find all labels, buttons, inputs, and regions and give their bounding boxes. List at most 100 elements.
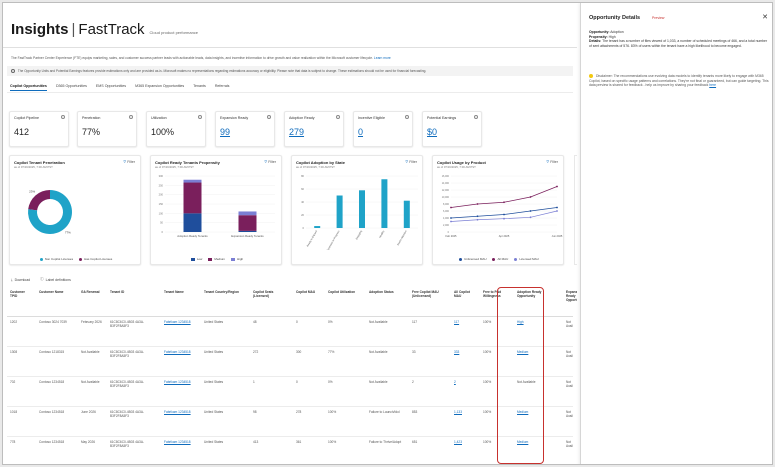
brand-separator: | — [71, 21, 76, 38]
panel-disclaimer: Disclaimer: The recommendations use evol… — [589, 74, 769, 88]
kpi-label: Potential Earnings — [427, 116, 457, 120]
bar-segment — [183, 179, 202, 183]
column-header[interactable]: GA Renewal — [78, 286, 107, 317]
data-point — [556, 210, 558, 212]
table-row[interactable]: 778 Contoso 1234518 May 2026 61C8C6C0-4B03 … — [7, 436, 573, 464]
table-cell[interactable]: High — [514, 316, 563, 347]
description-text: The FastTrack Partner Center Experience … — [11, 56, 373, 60]
table-cell: 361 — [293, 436, 325, 464]
column-header[interactable]: Copilot MAU — [293, 286, 325, 317]
table-cell[interactable]: Fabrikam 1234518 — [161, 406, 201, 437]
kpi-label: Penetration — [82, 116, 101, 120]
table-row[interactable]: 702 Contoso 1234518 Not Available 61C8C6C0-… — [7, 376, 573, 407]
kpi-value[interactable]: 99 — [220, 127, 230, 137]
tab-d365-opportunities[interactable]: D365 Opportunities — [56, 84, 87, 91]
column-header[interactable]: Tenant Country/Region — [201, 286, 250, 317]
bar-segment — [238, 230, 257, 232]
preview-badge: Preview — [652, 16, 665, 20]
table-cell: 61C8C6C0-4B03 4A3A-B3F2F8A5F3 — [107, 316, 161, 347]
legend-item: Medium — [208, 257, 225, 261]
table-cell[interactable]: Fabrikam 1234518 — [161, 346, 201, 377]
filter-button[interactable]: ⛛Filter — [405, 160, 417, 164]
bar — [336, 195, 343, 228]
filter-label: Filter — [268, 160, 276, 164]
column-header[interactable]: Copilot Seats (Licensed) — [250, 286, 293, 317]
opportunity-value: Adoption — [610, 30, 624, 34]
filter-button[interactable]: ⛛Filter — [264, 160, 276, 164]
bar — [403, 200, 410, 228]
table-cell: United States — [201, 436, 250, 464]
column-header[interactable]: Customer TPID — [7, 286, 36, 317]
disclaimer-banner-text: The Opportunity Units and Potential Earn… — [17, 69, 427, 73]
table-cell[interactable]: 1,133 — [451, 406, 480, 437]
column-header[interactable]: Copilot Utilization — [325, 286, 366, 317]
column-header[interactable]: Adoption Status — [366, 286, 409, 317]
table-cell: 413 — [250, 436, 293, 464]
kpi-value[interactable]: 0 — [358, 127, 363, 137]
column-header[interactable]: Free to Paid Willingness — [480, 286, 514, 317]
x-tick-label: Engaging — [355, 229, 363, 240]
chart-card: Copilot Adoption by State as of 07/16/202… — [291, 155, 423, 265]
table-cell: Not Available — [514, 376, 563, 407]
table-cell[interactable]: Fabrikam 1234518 — [161, 436, 201, 464]
label-definitions-button[interactable]: ⓘ Label definitions — [40, 277, 71, 282]
table-cell: 272 — [250, 346, 293, 377]
chart-card: Copilot Usage by Product as of 07/16/2025… — [432, 155, 564, 265]
y-tick-label: 20 — [301, 213, 304, 217]
column-header[interactable]: Tenant ID — [107, 286, 161, 317]
download-button[interactable]: ⤓ Download — [11, 277, 30, 282]
column-header[interactable]: Free Copilot MAU (Unlicensed) — [409, 286, 451, 317]
info-icon — [11, 69, 15, 74]
column-header[interactable]: All Copilot MAU — [451, 286, 480, 317]
legend-label: Low — [196, 257, 203, 261]
table-cell[interactable]: Medium — [514, 406, 563, 437]
kpi-label: Expansion Ready — [220, 116, 249, 120]
table-row[interactable]: 1018 Contoso 1234518 June 2026 61C8C6C0-4B0… — [7, 406, 573, 437]
table-cell: Contoso 1218315 — [36, 346, 78, 377]
table-cell[interactable]: Medium — [514, 346, 563, 377]
legend-swatch — [492, 257, 496, 261]
chart-legend: Unlicensed MAU All MAU Licensed MAU — [433, 257, 563, 261]
table-row[interactable]: 1308 Contoso 1218315 Not Available 61C8C6C0… — [7, 346, 573, 377]
learn-more-link[interactable]: Learn more — [374, 56, 391, 60]
data-point — [476, 215, 479, 218]
kpi-value[interactable]: $0 — [427, 127, 437, 137]
tab-bar: Copilot Opportunities D365 Opportunities… — [10, 84, 229, 91]
table-cell[interactable]: 2 — [451, 376, 480, 407]
table-cell: 0 — [293, 376, 325, 407]
column-header[interactable]: Customer Name — [36, 286, 78, 317]
tab-ems-opportunities[interactable]: EMS Opportunities — [96, 84, 126, 91]
table-cell[interactable]: Fabrikam 1234518 — [161, 316, 201, 347]
column-header[interactable]: Adoption Ready Opportunity — [514, 286, 563, 317]
close-icon[interactable]: ✕ — [762, 13, 768, 21]
filter-button[interactable]: ⛛Filter — [546, 160, 558, 164]
data-point — [529, 196, 532, 198]
legend-label: Non Copilot Licenses — [44, 257, 74, 261]
y-tick-label: 8,000 — [443, 203, 450, 206]
filter-button[interactable]: ⛛Filter — [123, 160, 135, 164]
download-icon: ⤓ — [11, 277, 13, 282]
data-point — [476, 203, 479, 205]
column-header[interactable]: Tenant Name — [161, 286, 201, 317]
kpi-value[interactable]: 279 — [289, 127, 304, 137]
filter-icon: ⛛ — [123, 160, 127, 164]
tab-tenants[interactable]: Tenants — [193, 84, 206, 91]
y-tick-label: 16,000 — [442, 175, 450, 178]
table-cell: 0% — [325, 376, 366, 407]
y-tick-label: 150 — [159, 202, 164, 206]
feedback-link[interactable]: here — [709, 83, 716, 87]
chart-subtitle: as of 07/16/2025, 7:00 AM PST — [155, 165, 194, 169]
tab-referrals[interactable]: Referrals — [215, 84, 230, 91]
table-cell[interactable]: Medium — [514, 436, 563, 464]
table-row[interactable]: 1202 Contoso 3024 7039 February 2026 61C8C6… — [7, 316, 573, 347]
table-cell[interactable]: 1,423 — [451, 436, 480, 464]
table-cell[interactable]: 333 — [451, 346, 480, 377]
column-header[interactable]: Expansion Ready Opportunity — [563, 286, 577, 317]
tab-m365-expansion[interactable]: M365 Expansion Opportunities — [135, 84, 184, 91]
tab-copilot-opportunities[interactable]: Copilot Opportunities — [10, 84, 47, 91]
legend-swatch — [208, 257, 213, 261]
table-cell[interactable]: Fabrikam 1234518 — [161, 376, 201, 407]
table-cell: 77% — [325, 346, 366, 377]
table-cell[interactable]: 117 — [451, 316, 480, 347]
disclaimer-banner: The Opportunity Units and Potential Earn… — [7, 66, 573, 76]
